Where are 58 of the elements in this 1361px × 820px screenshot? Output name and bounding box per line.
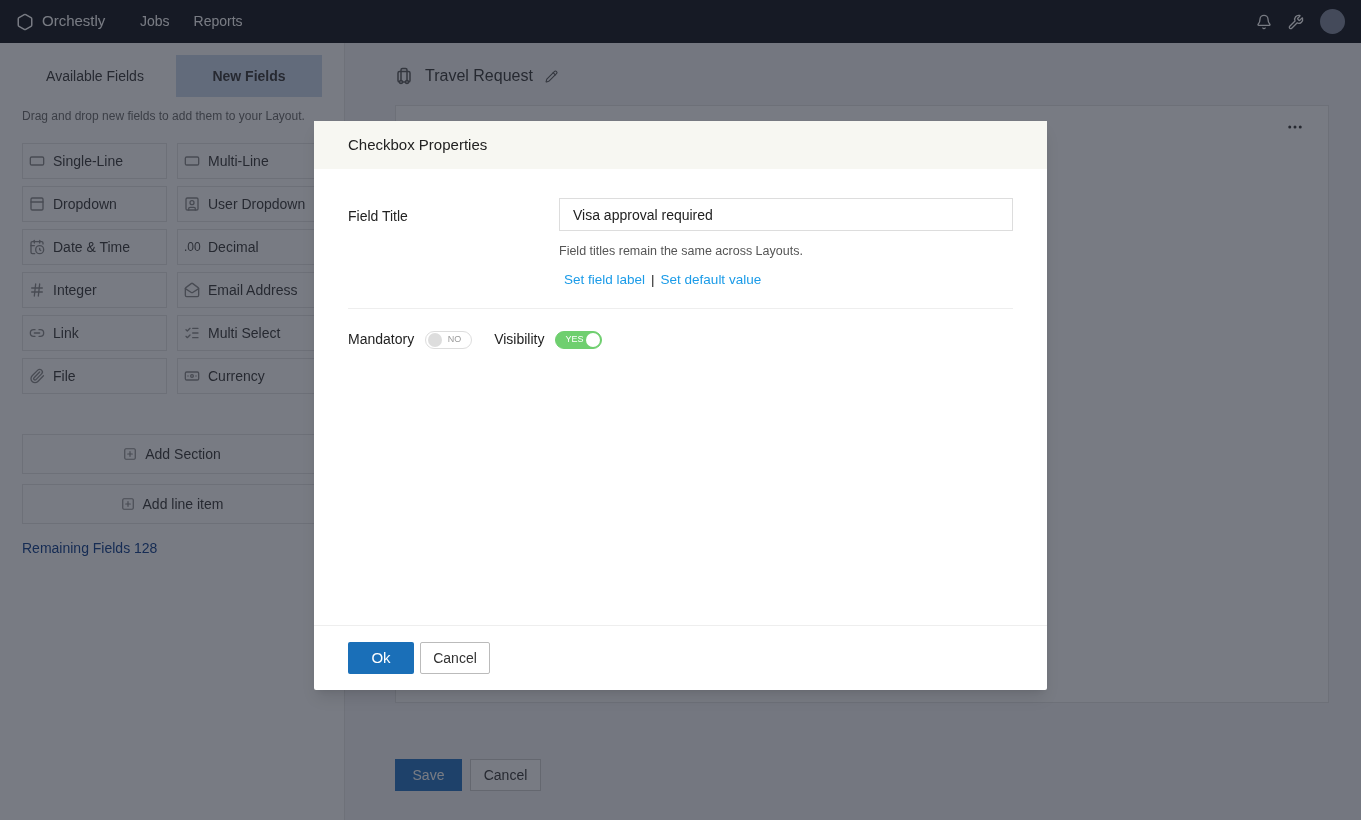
field-label: Multi Select [208,323,281,343]
field-tile[interactable]: Integer [22,272,167,308]
luggage-icon [395,67,413,85]
field-type-icon [184,196,200,212]
field-tile[interactable]: Dropdown [22,186,167,222]
logo-icon [16,12,34,31]
field-label: File [53,366,76,386]
dialog-title: Checkbox Properties [348,134,488,155]
sidebar-tab[interactable]: New Fields [176,55,322,97]
toggle-switch[interactable]: YES [555,330,603,349]
link-separator: | [651,270,655,289]
field-label: Email Address [208,280,298,300]
ok-button[interactable]: Ok [348,642,414,674]
field-type-icon [184,153,200,169]
cancel-button[interactable]: Cancel [470,759,541,791]
field-type-icon [29,153,45,169]
field-tile[interactable]: Single-Line [22,143,167,179]
field-tile[interactable]: File [22,358,167,394]
field-title-label: Field Title [348,207,409,226]
field-label: Decimal [208,237,259,257]
toggle-label: Visibility [494,330,545,349]
set-default-value-link[interactable]: Set default value [660,269,762,290]
field-label: Dropdown [53,194,117,214]
field-tile[interactable]: Date & Time [22,229,167,265]
field-label: Link [53,323,79,343]
field-label: Currency [208,366,265,386]
tools-icon[interactable] [1288,13,1304,30]
field-type-icon [29,239,45,255]
field-label: Integer [53,280,97,300]
edit-icon[interactable] [544,69,558,83]
field-type-icon [184,282,200,298]
cancel-button[interactable]: Cancel [420,642,490,674]
field-tile[interactable]: Link [22,315,167,351]
field-title-input[interactable]: Visa approval required [559,198,1013,231]
field-label: Single-Line [53,151,124,171]
decimal-icon: .00 [184,238,200,256]
field-type-icon [29,196,45,212]
notification-icon[interactable] [1256,13,1272,30]
field-label: Date & Time [53,237,131,257]
field-label: Multi-Line [208,151,269,171]
toggle-switch[interactable]: NO [425,330,473,349]
field-type-icon [184,368,200,384]
nav-link[interactable]: Reports [193,11,243,32]
set-field-label-link[interactable]: Set field label [564,269,646,290]
help-text: Field titles remain the same across Layouts. [559,243,804,260]
field-type-icon [29,282,45,298]
field-type-icon [184,325,200,341]
brand-name: Orchestly [42,11,106,32]
add-square-icon [123,447,138,461]
field-label: User Dropdown [208,194,306,214]
nav-link[interactable]: Jobs [140,11,170,32]
hint-text: Drag and drop new fields to add them to your Layout. [22,108,306,125]
toggle-label: Mandatory [348,330,415,349]
save-button[interactable]: Save [395,759,462,791]
add-square-icon [120,497,135,511]
form-title: Travel Request [425,66,533,86]
field-type-icon [29,368,45,384]
avatar[interactable] [1320,9,1345,34]
